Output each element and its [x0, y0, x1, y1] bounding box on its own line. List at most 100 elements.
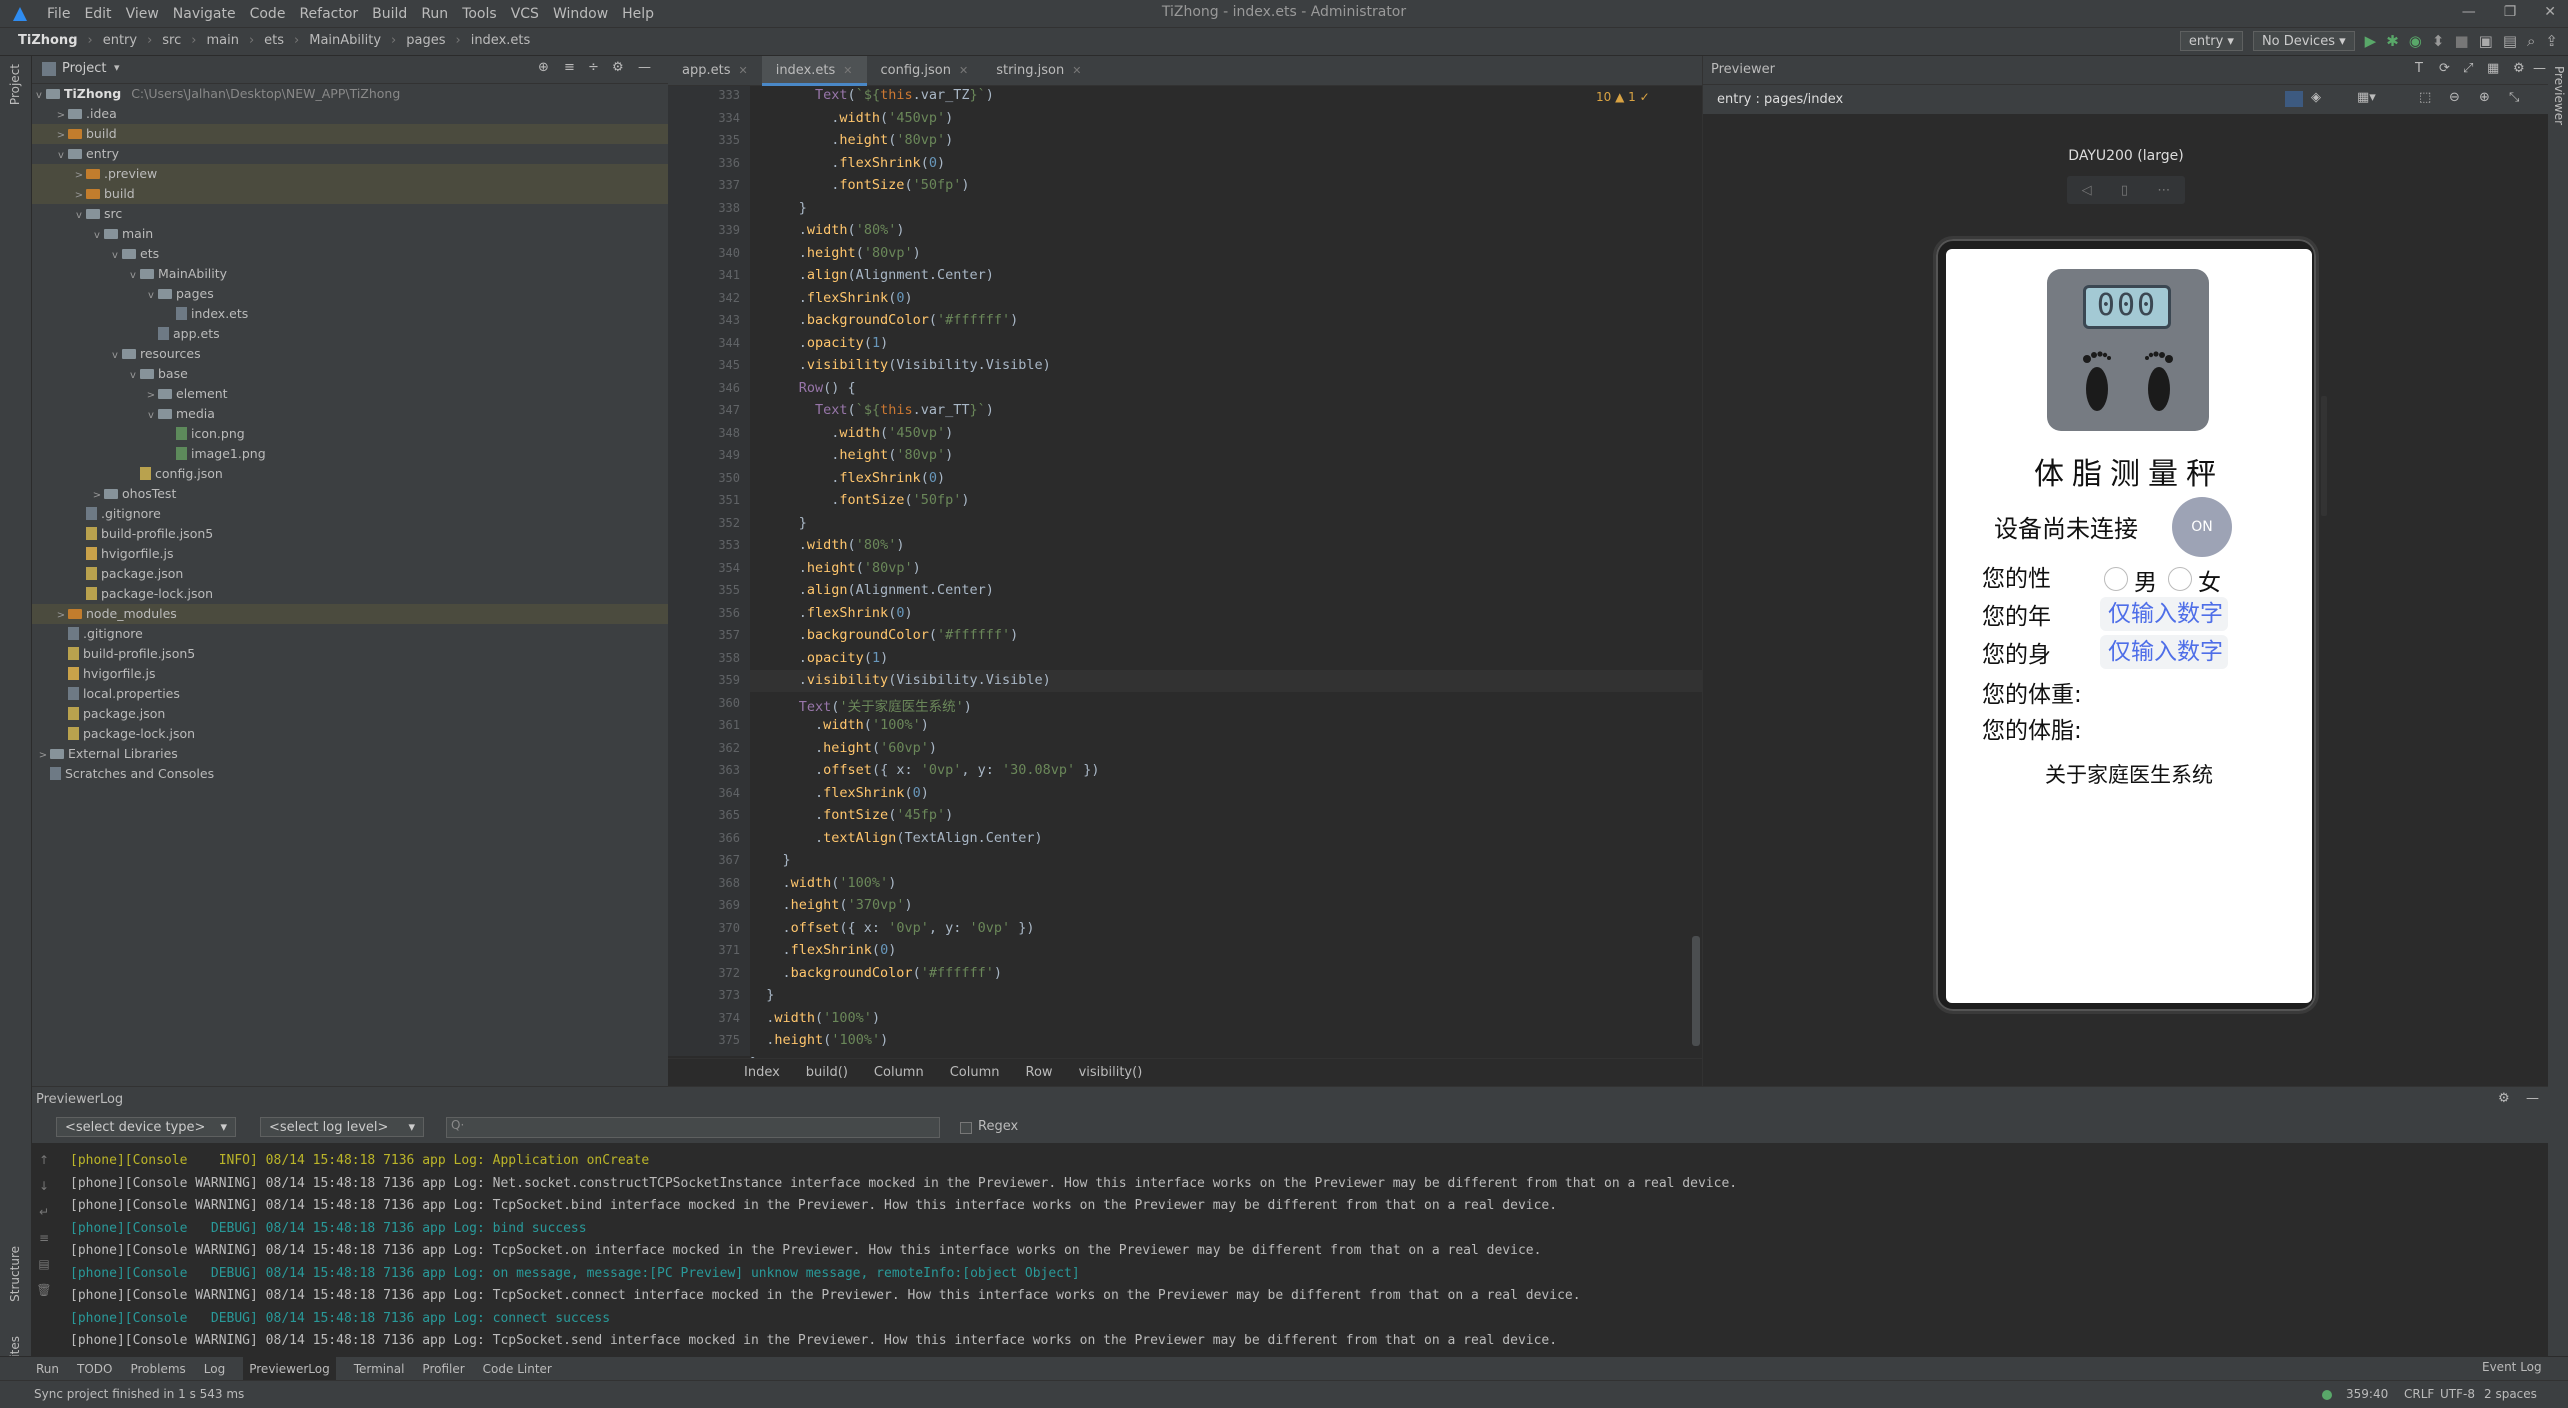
chevron-right-icon[interactable]: >: [36, 746, 50, 766]
breadcrumb-item[interactable]: TiZhong: [18, 33, 78, 48]
tool-window-run[interactable]: Run: [36, 1357, 59, 1380]
chevron-down-icon[interactable]: v: [54, 146, 68, 166]
tree-item[interactable]: > External Libraries: [32, 744, 668, 764]
height-input[interactable]: 仅输入数字: [2100, 635, 2228, 669]
previewer-tool-button[interactable]: Previewer: [2552, 66, 2566, 125]
hide-panel-icon[interactable]: —: [2533, 61, 2546, 76]
tree-item[interactable]: package.json: [32, 704, 668, 724]
search-icon[interactable]: ⌕: [2527, 32, 2535, 50]
code-breadcrumb-item[interactable]: Column: [874, 1059, 924, 1086]
tree-item[interactable]: v ets: [32, 244, 668, 264]
crop-icon[interactable]: ⬚: [2419, 90, 2431, 105]
more-icon[interactable]: ⋯: [2157, 183, 2170, 198]
refresh-icon[interactable]: ⟳: [2439, 61, 2450, 76]
tree-item[interactable]: > element: [32, 384, 668, 404]
chevron-down-icon[interactable]: v: [144, 406, 158, 426]
breadcrumb-item[interactable]: entry: [103, 33, 137, 48]
chevron-down-icon[interactable]: v: [90, 226, 104, 246]
tree-item[interactable]: v src: [32, 204, 668, 224]
code-breadcrumb-item[interactable]: Column: [950, 1059, 1000, 1086]
code-breadcrumb-item[interactable]: build(): [806, 1059, 848, 1086]
tree-item[interactable]: v MainAbility: [32, 264, 668, 284]
chevron-right-icon[interactable]: >: [54, 126, 68, 146]
code-breadcrumb-item[interactable]: Row: [1026, 1059, 1053, 1086]
tool-window-todo[interactable]: TODO: [77, 1357, 112, 1380]
chevron-right-icon[interactable]: >: [72, 186, 86, 206]
breadcrumb-item[interactable]: src: [162, 33, 181, 48]
tree-item[interactable]: > .preview: [32, 164, 668, 184]
chevron-right-icon[interactable]: >: [54, 106, 68, 126]
tree-item[interactable]: index.ets: [32, 304, 668, 324]
tree-item[interactable]: hvigorfile.js: [32, 544, 668, 564]
tab-app-ets[interactable]: app.ets ✕: [668, 56, 762, 86]
tree-item[interactable]: > node_modules: [32, 604, 668, 624]
expand-all-icon[interactable]: ÷: [588, 60, 599, 75]
breadcrumb-item[interactable]: index.ets: [471, 33, 531, 48]
project-view-select[interactable]: Project: [62, 61, 106, 76]
code-area[interactable]: Text(`${this.var_TZ}`) .width('450vp') .…: [668, 86, 1702, 1071]
zoom-out-icon[interactable]: ⊖: [2449, 90, 2460, 105]
tree-item[interactable]: local.properties: [32, 684, 668, 704]
grid-icon[interactable]: ▦▾: [2357, 90, 2376, 105]
tree-item[interactable]: image1.png: [32, 444, 668, 464]
tree-item[interactable]: app.ets: [32, 324, 668, 344]
component-mode-icon[interactable]: [2285, 91, 2303, 107]
code-breadcrumb-item[interactable]: Index: [744, 1059, 780, 1086]
tree-item[interactable]: v pages: [32, 284, 668, 304]
tree-item[interactable]: config.json: [32, 464, 668, 484]
file-encoding[interactable]: UTF-8: [2440, 1387, 2475, 1401]
tree-item[interactable]: > build: [32, 184, 668, 204]
profile-icon[interactable]: ◉: [2409, 32, 2422, 50]
zoom-in-icon[interactable]: ⊕: [2479, 90, 2490, 105]
age-input[interactable]: 仅输入数字: [2100, 597, 2228, 631]
chevron-right-icon[interactable]: >: [72, 166, 86, 186]
tool-window-code-linter[interactable]: Code Linter: [483, 1357, 552, 1380]
close-button[interactable]: ✕: [2544, 4, 2556, 20]
tree-item[interactable]: package-lock.json: [32, 584, 668, 604]
hide-panel-icon[interactable]: —: [638, 60, 651, 75]
gear-icon[interactable]: ⚙: [2498, 1091, 2510, 1106]
breadcrumb-item[interactable]: pages: [406, 33, 445, 48]
tree-item[interactable]: hvigorfile.js: [32, 664, 668, 684]
tool-window-previewerlog[interactable]: PreviewerLog: [243, 1357, 336, 1380]
expand-icon[interactable]: ⤡: [2509, 90, 2519, 105]
tab-string-json[interactable]: string.json ✕: [982, 56, 1095, 86]
tree-item[interactable]: v entry: [32, 144, 668, 164]
tree-item[interactable]: Scratches and Consoles: [32, 764, 668, 784]
tree-item[interactable]: v base: [32, 364, 668, 384]
male-radio[interactable]: [2104, 567, 2128, 591]
fit-icon[interactable]: ⤢: [2463, 61, 2473, 76]
breadcrumb-item[interactable]: main: [206, 33, 238, 48]
tool-window-terminal[interactable]: Terminal: [354, 1357, 405, 1380]
stop-icon[interactable]: ■: [2454, 32, 2468, 50]
device-type-select[interactable]: <select device type> ▾: [56, 1117, 236, 1137]
chevron-down-icon[interactable]: v: [108, 346, 122, 366]
minimize-button[interactable]: —: [2462, 4, 2476, 20]
chevron-down-icon[interactable]: v: [108, 246, 122, 266]
close-icon[interactable]: ✕: [843, 64, 852, 77]
tree-item[interactable]: v media: [32, 404, 668, 424]
attach-icon[interactable]: ⬍: [2432, 32, 2445, 50]
tree-item[interactable]: > build: [32, 124, 668, 144]
tree-item[interactable]: .gitignore: [32, 504, 668, 524]
tree-item[interactable]: build-profile.json5: [32, 644, 668, 664]
tree-item[interactable]: build-profile.json5: [32, 524, 668, 544]
event-log-button[interactable]: Event Log: [2482, 1360, 2542, 1374]
chevron-right-icon[interactable]: >: [54, 606, 68, 626]
layout-icon[interactable]: ▦: [2487, 61, 2499, 76]
tab-index-ets[interactable]: index.ets ✕: [761, 56, 867, 86]
breadcrumb-item[interactable]: MainAbility: [309, 33, 381, 48]
log-output[interactable]: [phone][Console INFO] 08/14 15:48:18 713…: [32, 1147, 2548, 1357]
project-tool-button[interactable]: Project: [8, 64, 22, 105]
line-separator[interactable]: CRLF: [2404, 1387, 2434, 1401]
chevron-down-icon[interactable]: ▾: [114, 61, 120, 74]
structure-tool-button[interactable]: Structure: [8, 1246, 22, 1302]
tool-window-problems[interactable]: Problems: [130, 1357, 185, 1380]
chevron-down-icon[interactable]: v: [126, 366, 140, 386]
breadcrumb-item[interactable]: ets: [264, 33, 284, 48]
chevron-right-icon[interactable]: >: [144, 386, 158, 406]
sdk-manager-icon[interactable]: ▤: [2503, 32, 2517, 50]
female-radio[interactable]: [2168, 567, 2192, 591]
tree-item[interactable]: package-lock.json: [32, 724, 668, 744]
back-icon[interactable]: ◁: [2082, 183, 2092, 198]
